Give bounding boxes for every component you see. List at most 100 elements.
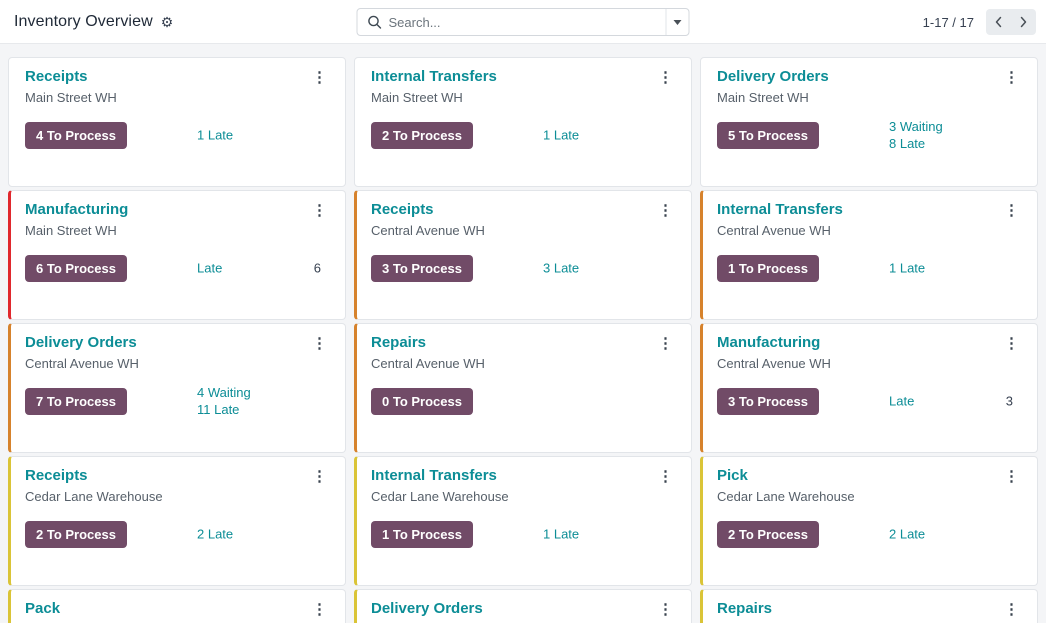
- kanban-grid: Receipts Main Street WH ⋮ 4 To Process 1…: [0, 44, 1046, 623]
- card-title-link[interactable]: Receipts: [25, 467, 88, 484]
- to-process-button[interactable]: 1 To Process: [371, 520, 473, 548]
- chevron-left-icon: [995, 16, 1002, 28]
- top-bar: Inventory Overview ⚙ 1-17 / 17: [0, 0, 1046, 44]
- gear-icon[interactable]: ⚙: [161, 15, 174, 29]
- card-links: 1 Late: [889, 260, 925, 277]
- breadcrumb: Inventory Overview ⚙: [0, 13, 173, 31]
- card-warehouse: Main Street WH: [25, 223, 117, 238]
- card-links: 2 Late: [197, 526, 233, 543]
- status-link[interactable]: 1 Late: [197, 127, 233, 144]
- card-links: 4 Waiting 11 Late: [197, 384, 251, 418]
- kebab-menu-icon[interactable]: ⋮: [650, 334, 675, 355]
- kebab-menu-icon[interactable]: ⋮: [304, 201, 329, 222]
- to-process-button[interactable]: 3 To Process: [371, 254, 473, 282]
- card-title-link[interactable]: Delivery Orders: [371, 600, 483, 617]
- kebab-menu-icon[interactable]: ⋮: [304, 334, 329, 355]
- to-process-button[interactable]: 3 To Process: [717, 387, 819, 415]
- card-title-link[interactable]: Internal Transfers: [371, 68, 497, 85]
- pager: 1-17 / 17: [923, 0, 1036, 44]
- caret-down-icon: [673, 19, 682, 25]
- to-process-button[interactable]: 0 To Process: [371, 387, 473, 415]
- card-title-link[interactable]: Receipts: [25, 68, 88, 85]
- card-warehouse: Main Street WH: [25, 90, 117, 105]
- card-warehouse: Cedar Lane Warehouse: [717, 489, 855, 504]
- chevron-right-icon: [1020, 16, 1027, 28]
- kebab-menu-icon[interactable]: ⋮: [304, 467, 329, 488]
- search-bar[interactable]: [356, 8, 690, 36]
- card-title-link[interactable]: Internal Transfers: [371, 467, 497, 484]
- to-process-button[interactable]: 7 To Process: [25, 387, 127, 415]
- kebab-menu-icon[interactable]: ⋮: [650, 600, 675, 621]
- to-process-button[interactable]: 2 To Process: [717, 520, 819, 548]
- kanban-card: Pack ⋮: [8, 589, 346, 623]
- kanban-card: Repairs Central Avenue WH ⋮ 0 To Process: [354, 323, 692, 453]
- kebab-menu-icon[interactable]: ⋮: [996, 467, 1021, 488]
- card-title-link[interactable]: Delivery Orders: [717, 68, 829, 85]
- card-links: 2 Late: [889, 526, 925, 543]
- kanban-card: Receipts Cedar Lane Warehouse ⋮ 2 To Pro…: [8, 456, 346, 586]
- pager-range: 1-17 / 17: [922, 14, 974, 30]
- card-title-link[interactable]: Delivery Orders: [25, 334, 137, 351]
- kanban-card: Receipts Main Street WH ⋮ 4 To Process 1…: [8, 57, 346, 187]
- kanban-card: Manufacturing Central Avenue WH ⋮ 3 To P…: [700, 323, 1038, 453]
- kebab-menu-icon[interactable]: ⋮: [304, 600, 329, 621]
- kebab-menu-icon[interactable]: ⋮: [996, 600, 1021, 621]
- card-title-link[interactable]: Manufacturing: [25, 201, 128, 218]
- kebab-menu-icon[interactable]: ⋮: [996, 334, 1021, 355]
- inventory-overview-page: Inventory Overview ⚙ 1-17 / 17: [0, 0, 1046, 623]
- search-input[interactable]: [381, 14, 666, 30]
- status-link[interactable]: 3 Late: [543, 260, 579, 277]
- card-title-link[interactable]: Pack: [25, 600, 60, 617]
- kanban-card: Repairs ⋮: [700, 589, 1038, 623]
- card-title-link[interactable]: Repairs: [371, 334, 426, 351]
- page-title: Inventory Overview: [14, 12, 153, 30]
- card-links: 3 Late: [543, 260, 579, 277]
- kanban-card: Receipts Central Avenue WH ⋮ 3 To Proces…: [354, 190, 692, 320]
- card-links: 1 Late: [543, 526, 579, 543]
- card-warehouse: Main Street WH: [371, 90, 463, 105]
- card-links: 1 Late: [543, 127, 579, 144]
- status-link[interactable]: Late: [889, 393, 914, 410]
- kebab-menu-icon[interactable]: ⋮: [650, 201, 675, 222]
- status-link[interactable]: 1 Late: [889, 260, 925, 277]
- status-link[interactable]: 11 Late: [197, 401, 251, 418]
- to-process-button[interactable]: 5 To Process: [717, 121, 819, 149]
- to-process-button[interactable]: 1 To Process: [717, 254, 819, 282]
- card-title-link[interactable]: Pick: [717, 467, 748, 484]
- card-warehouse: Central Avenue WH: [371, 356, 485, 371]
- card-links: Late: [197, 260, 222, 277]
- card-warehouse: Cedar Lane Warehouse: [371, 489, 509, 504]
- status-link[interactable]: 8 Late: [889, 135, 943, 152]
- status-link[interactable]: 4 Waiting: [197, 384, 251, 401]
- late-count: 6: [313, 260, 321, 276]
- kebab-menu-icon[interactable]: ⋮: [650, 68, 675, 89]
- status-link[interactable]: 2 Late: [197, 526, 233, 543]
- kebab-menu-icon[interactable]: ⋮: [650, 467, 675, 488]
- card-warehouse: Main Street WH: [717, 90, 809, 105]
- kanban-card: Pick Cedar Lane Warehouse ⋮ 2 To Process…: [700, 456, 1038, 586]
- card-title-link[interactable]: Receipts: [371, 201, 434, 218]
- to-process-button[interactable]: 2 To Process: [371, 121, 473, 149]
- status-link[interactable]: 2 Late: [889, 526, 925, 543]
- kanban-card: Internal Transfers Cedar Lane Warehouse …: [354, 456, 692, 586]
- kebab-menu-icon[interactable]: ⋮: [996, 201, 1021, 222]
- status-link[interactable]: Late: [197, 260, 222, 277]
- kanban-card: Delivery Orders ⋮: [354, 589, 692, 623]
- kanban-card: Delivery Orders Central Avenue WH ⋮ 7 To…: [8, 323, 346, 453]
- status-link[interactable]: 1 Late: [543, 526, 579, 543]
- pager-prev-button[interactable]: [986, 9, 1011, 35]
- search-dropdown-toggle[interactable]: [665, 9, 689, 35]
- status-link[interactable]: 3 Waiting: [889, 118, 943, 135]
- pager-next-button[interactable]: [1011, 9, 1036, 35]
- kebab-menu-icon[interactable]: ⋮: [304, 68, 329, 89]
- status-link[interactable]: 1 Late: [543, 127, 579, 144]
- to-process-button[interactable]: 2 To Process: [25, 520, 127, 548]
- kebab-menu-icon[interactable]: ⋮: [996, 68, 1021, 89]
- card-warehouse: Cedar Lane Warehouse: [25, 489, 163, 504]
- kanban-card: Manufacturing Main Street WH ⋮ 6 To Proc…: [8, 190, 346, 320]
- card-title-link[interactable]: Repairs: [717, 600, 772, 617]
- card-title-link[interactable]: Manufacturing: [717, 334, 820, 351]
- to-process-button[interactable]: 4 To Process: [25, 121, 127, 149]
- to-process-button[interactable]: 6 To Process: [25, 254, 127, 282]
- card-title-link[interactable]: Internal Transfers: [717, 201, 843, 218]
